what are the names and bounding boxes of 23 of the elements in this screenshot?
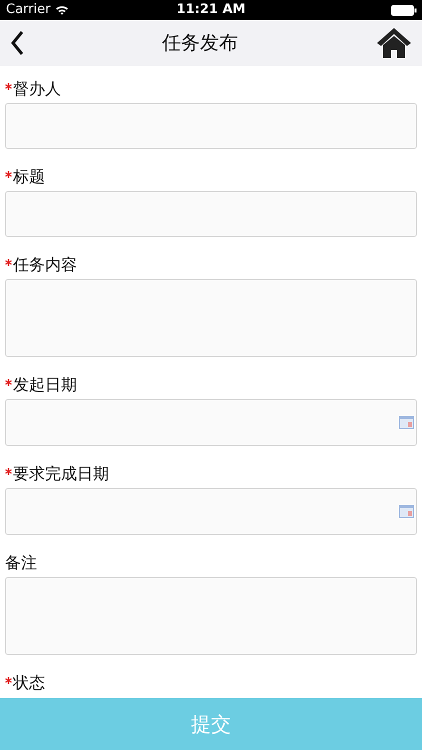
submit-button[interactable]: 提交 — [0, 698, 422, 750]
field-label: 备注 — [5, 552, 37, 574]
field-label: 状态 — [13, 672, 45, 694]
field-label: 任务内容 — [13, 254, 77, 276]
field-label: 发起日期 — [13, 374, 77, 396]
field-label: 标题 — [13, 166, 45, 188]
input-field[interactable] — [5, 191, 417, 237]
battery-icon — [391, 4, 417, 16]
home-icon[interactable] — [376, 27, 412, 59]
date-field[interactable] — [5, 488, 417, 535]
field-label: 要求完成日期 — [13, 463, 109, 485]
input-field[interactable] — [5, 103, 417, 149]
carrier-label: Carrier — [6, 1, 50, 20]
clock-time: 11:21 AM — [176, 1, 246, 20]
wifi-icon — [55, 5, 70, 15]
text-area[interactable] — [5, 577, 417, 655]
back-icon[interactable] — [10, 30, 24, 56]
calendar-icon[interactable] — [399, 505, 414, 518]
page-title: 任务发布 — [162, 30, 238, 56]
calendar-icon[interactable] — [399, 416, 414, 429]
date-field[interactable] — [5, 399, 417, 446]
text-area[interactable] — [5, 279, 417, 357]
field-label: 督办人 — [13, 78, 61, 100]
